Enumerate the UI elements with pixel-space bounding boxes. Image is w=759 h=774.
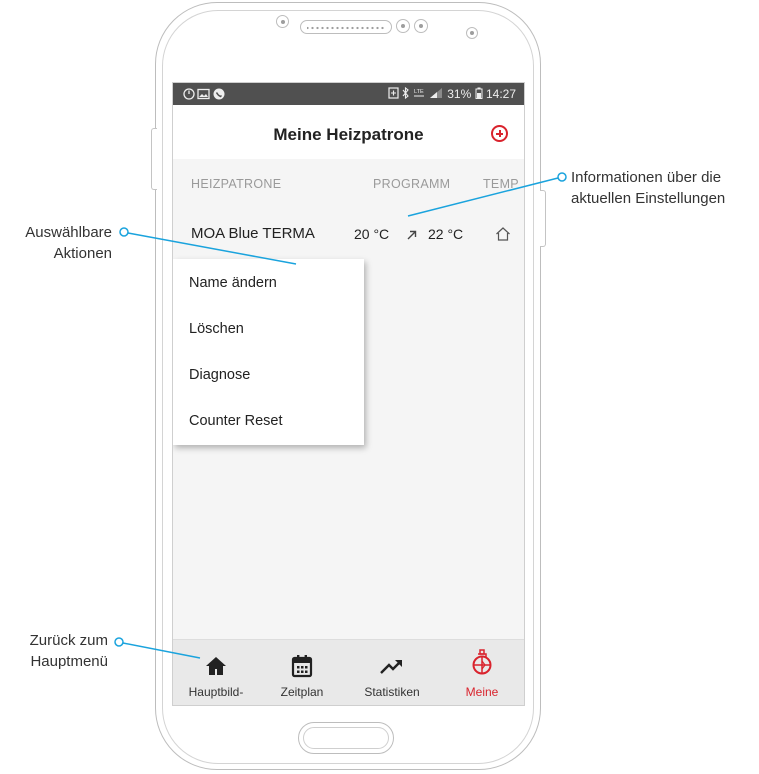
annotation-actions: Auswählbare Aktionen: [0, 222, 112, 264]
annotation-settings: Informationen über die aktuellen Einstel…: [571, 167, 759, 209]
annotation-back-line2: Hauptmenü: [30, 653, 108, 670]
annotation-actions-line1: Auswählbare: [25, 224, 112, 241]
annotation-settings-line2: aktuellen Einstellungen: [571, 190, 726, 207]
leader-actions-dot: [119, 227, 129, 237]
leader-actions: [127, 232, 297, 265]
leader-settings: [407, 177, 559, 217]
leader-settings-dot: [557, 172, 567, 182]
annotation-settings-line1: Informationen über die: [571, 169, 722, 186]
annotation-leaders: [114, 172, 567, 659]
annotation-actions-line2: Aktionen: [53, 245, 112, 262]
leader-back: [122, 642, 201, 659]
annotation-back-line1: Zurück zum: [29, 632, 108, 649]
leader-back-dot: [114, 637, 124, 647]
annotation-back: Zurück zum Hauptmenü: [0, 630, 108, 672]
